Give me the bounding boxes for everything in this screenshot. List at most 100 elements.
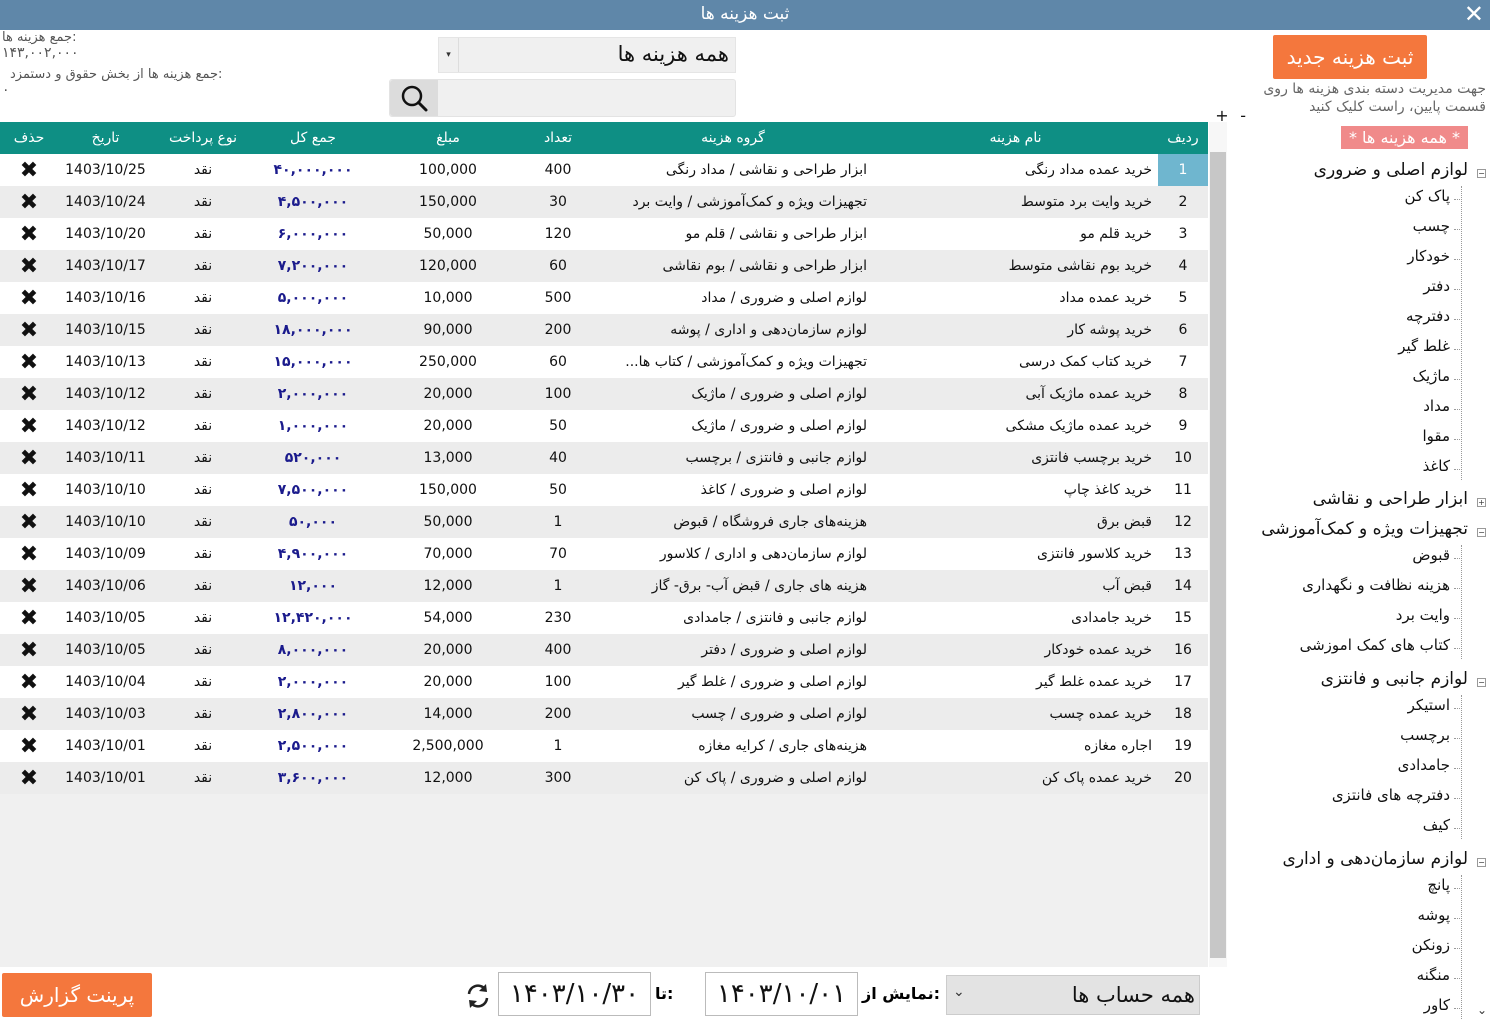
delete-icon[interactable]: ✖ bbox=[20, 574, 38, 599]
search-input[interactable] bbox=[440, 82, 730, 114]
tree-item[interactable]: زونکن bbox=[1412, 936, 1450, 954]
delete-icon[interactable]: ✖ bbox=[20, 350, 38, 375]
table-row[interactable]: 17 خرید عمده غلط گیر لوازم اصلی و ضروری / … bbox=[0, 666, 1208, 698]
tree-item[interactable]: کاور bbox=[1424, 996, 1450, 1014]
search-button[interactable] bbox=[390, 80, 438, 116]
table-row[interactable]: 11 خرید کاغذ چاپ لوازم اصلی و ضروری / کاغذ… bbox=[0, 474, 1208, 506]
date-to-field[interactable]: ۱۴۰۳/۱۰/۳۰ bbox=[498, 972, 651, 1016]
delete-icon[interactable]: ✖ bbox=[20, 734, 38, 759]
delete-icon[interactable]: ✖ bbox=[20, 638, 38, 663]
table-row[interactable]: 8 خرید عمده ماژیک آبی لوازم اصلی و ضروری /… bbox=[0, 378, 1208, 410]
accounts-dropdown[interactable]: ⌄ همه حساب ها bbox=[946, 975, 1200, 1015]
delete-icon[interactable]: ✖ bbox=[20, 318, 38, 343]
table-row[interactable]: 1 خرید عمده مداد رنگی ابزار طراحی و نقاشی … bbox=[0, 154, 1208, 186]
tree-item[interactable]: پوشه bbox=[1417, 906, 1450, 924]
tree-item[interactable]: غلط گیر bbox=[1398, 337, 1450, 355]
tree-group[interactable]: ابزار طراحی و نقاشی bbox=[1313, 489, 1468, 509]
table-row[interactable]: 6 خرید پوشه کار لوازم سازمان‌دهی و اداری /… bbox=[0, 314, 1208, 346]
header-name[interactable]: نام هزینه bbox=[873, 122, 1158, 154]
tree-item[interactable]: دفترچه های فانتزی bbox=[1332, 786, 1450, 804]
delete-icon[interactable]: ✖ bbox=[20, 670, 38, 695]
table-row[interactable]: 7 خرید کتاب کمک درسی تجهیزات ویژه و کمک‌آم… bbox=[0, 346, 1208, 378]
date-from-field[interactable]: ۱۴۰۳/۱۰/۰۱ bbox=[705, 972, 858, 1016]
table-scrollbar-thumb[interactable] bbox=[1210, 152, 1226, 958]
tree-item[interactable]: پانچ bbox=[1427, 876, 1450, 894]
header-payment[interactable]: نوع پرداخت bbox=[153, 122, 253, 154]
table-row[interactable]: 20 خرید عمده پاک کن لوازم اصلی و ضروری / پ… bbox=[0, 762, 1208, 794]
delete-icon[interactable]: ✖ bbox=[20, 158, 38, 183]
delete-icon[interactable]: ✖ bbox=[20, 254, 38, 279]
print-report-button[interactable]: پرینت گزارش bbox=[2, 973, 152, 1017]
header-date[interactable]: تاریخ bbox=[58, 122, 153, 154]
tree-group[interactable]: لوازم اصلی و ضروری bbox=[1314, 160, 1468, 180]
close-icon[interactable]: ✕ bbox=[1464, 0, 1484, 28]
delete-icon[interactable]: ✖ bbox=[20, 510, 38, 535]
table-scrollbar[interactable] bbox=[1209, 122, 1227, 967]
collapse-node-icon[interactable]: − bbox=[1477, 528, 1486, 537]
tree-item[interactable]: ماژیک bbox=[1413, 367, 1450, 385]
tree-item[interactable]: استیکر bbox=[1408, 696, 1450, 714]
delete-icon[interactable]: ✖ bbox=[20, 766, 38, 791]
tree-item[interactable]: چسب bbox=[1413, 217, 1450, 235]
table-row[interactable]: 16 خرید عمده خودکار لوازم اصلی و ضروری / د… bbox=[0, 634, 1208, 666]
delete-icon[interactable]: ✖ bbox=[20, 414, 38, 439]
header-total[interactable]: جمع کل bbox=[253, 122, 373, 154]
table-row[interactable]: 19 اجاره مغازه هزینه‌های جاری / کرایه مغاز… bbox=[0, 730, 1208, 762]
delete-icon[interactable]: ✖ bbox=[20, 190, 38, 215]
expand-node-icon[interactable]: + bbox=[1477, 498, 1486, 507]
tree-item[interactable]: دفترچه bbox=[1406, 307, 1450, 325]
tree-item[interactable]: منگنه bbox=[1417, 966, 1450, 984]
tree-root-all-expenses[interactable]: * همه هزینه ها * bbox=[1340, 126, 1468, 149]
tree-item[interactable]: هزینه نظافت و نگهداری bbox=[1302, 576, 1450, 594]
category-filter-dropdown[interactable]: ▾ همه هزینه ها bbox=[438, 37, 736, 73]
collapse-node-icon[interactable]: − bbox=[1477, 858, 1486, 867]
tree-group[interactable]: لوازم سازمان‌دهی و اداری bbox=[1283, 849, 1468, 869]
table-row[interactable]: 15 خرید جامدادی لوازم جانبی و فانتزی / جام… bbox=[0, 602, 1208, 634]
delete-icon[interactable]: ✖ bbox=[20, 542, 38, 567]
tree-item[interactable]: کاغذ bbox=[1423, 457, 1450, 475]
table-row[interactable]: 4 خرید بوم نقاشی متوسط ابزار طراحی و نقاشی… bbox=[0, 250, 1208, 282]
table-row[interactable]: 18 خرید عمده چسب لوازم اصلی و ضروری / چسب 2… bbox=[0, 698, 1208, 730]
header-group[interactable]: گروه هزینه bbox=[593, 122, 873, 154]
tree-scroll-down-icon[interactable]: ⌄ bbox=[1477, 1003, 1487, 1017]
table-row[interactable]: 14 قبض آب هزینه های جاری / قبض آب- برق- گا… bbox=[0, 570, 1208, 602]
delete-icon[interactable]: ✖ bbox=[20, 446, 38, 471]
tree-group[interactable]: تجهیزات ویژه و کمک‌آموزشی bbox=[1261, 519, 1468, 539]
table-row[interactable]: 2 خرید وایت برد متوسط تجهیزات ویژه و کمک‌آ… bbox=[0, 186, 1208, 218]
header-index[interactable]: ردیف bbox=[1158, 122, 1208, 154]
tree-item[interactable]: مداد bbox=[1423, 397, 1450, 415]
tree-item[interactable]: پاک کن bbox=[1405, 187, 1451, 205]
table-row[interactable]: 5 خرید عمده مداد لوازم اصلی و ضروری / مداد… bbox=[0, 282, 1208, 314]
tree-item[interactable]: وایت برد bbox=[1396, 606, 1450, 624]
tree-item[interactable]: مقوا bbox=[1422, 427, 1450, 445]
header-delete[interactable]: حذف bbox=[0, 122, 58, 154]
tree-item[interactable]: خودکار bbox=[1407, 247, 1450, 265]
delete-icon[interactable]: ✖ bbox=[20, 478, 38, 503]
tree-item[interactable]: کتاب های کمک اموزشی bbox=[1300, 636, 1450, 654]
table-row[interactable]: 9 خرید عمده ماژیک مشکی لوازم اصلی و ضروری … bbox=[0, 410, 1208, 442]
collapse-node-icon[interactable]: − bbox=[1477, 169, 1486, 178]
chevron-down-icon[interactable]: ⌄ bbox=[953, 984, 965, 1000]
table-row[interactable]: 10 خرید برچسب فانتزی لوازم جانبی و فانتزی … bbox=[0, 442, 1208, 474]
header-count[interactable]: تعداد bbox=[523, 122, 593, 154]
delete-icon[interactable]: ✖ bbox=[20, 606, 38, 631]
delete-icon[interactable]: ✖ bbox=[20, 222, 38, 247]
tree-item[interactable]: کیف bbox=[1423, 816, 1450, 834]
dropdown-arrow-icon[interactable]: ▾ bbox=[439, 38, 459, 72]
tree-item[interactable]: دفتر bbox=[1423, 277, 1450, 295]
tree-item[interactable]: قبوض bbox=[1412, 546, 1450, 564]
table-row[interactable]: 3 خرید قلم مو ابزار طراحی و نقاشی / قلم مو… bbox=[0, 218, 1208, 250]
header-amount[interactable]: مبلغ bbox=[373, 122, 523, 154]
tree-item[interactable]: برچسب bbox=[1400, 726, 1450, 744]
collapse-node-icon[interactable]: − bbox=[1477, 678, 1486, 687]
delete-icon[interactable]: ✖ bbox=[20, 702, 38, 727]
table-row[interactable]: 13 خرید کلاسور فانتزی لوازم سازمان‌دهی و ا… bbox=[0, 538, 1208, 570]
delete-icon[interactable]: ✖ bbox=[20, 286, 38, 311]
table-row[interactable]: 12 قبض برق هزینه‌های جاری فروشگاه / قبوض 1 5… bbox=[0, 506, 1208, 538]
tree-group[interactable]: لوازم جانبی و فانتزی bbox=[1321, 669, 1468, 689]
refresh-icon[interactable] bbox=[464, 982, 492, 1017]
new-expense-button[interactable]: ثبت هزینه جدید bbox=[1273, 35, 1427, 79]
delete-icon[interactable]: ✖ bbox=[20, 382, 38, 407]
tree-item[interactable]: جامدادی bbox=[1398, 756, 1450, 774]
tree-connector bbox=[1454, 648, 1462, 649]
